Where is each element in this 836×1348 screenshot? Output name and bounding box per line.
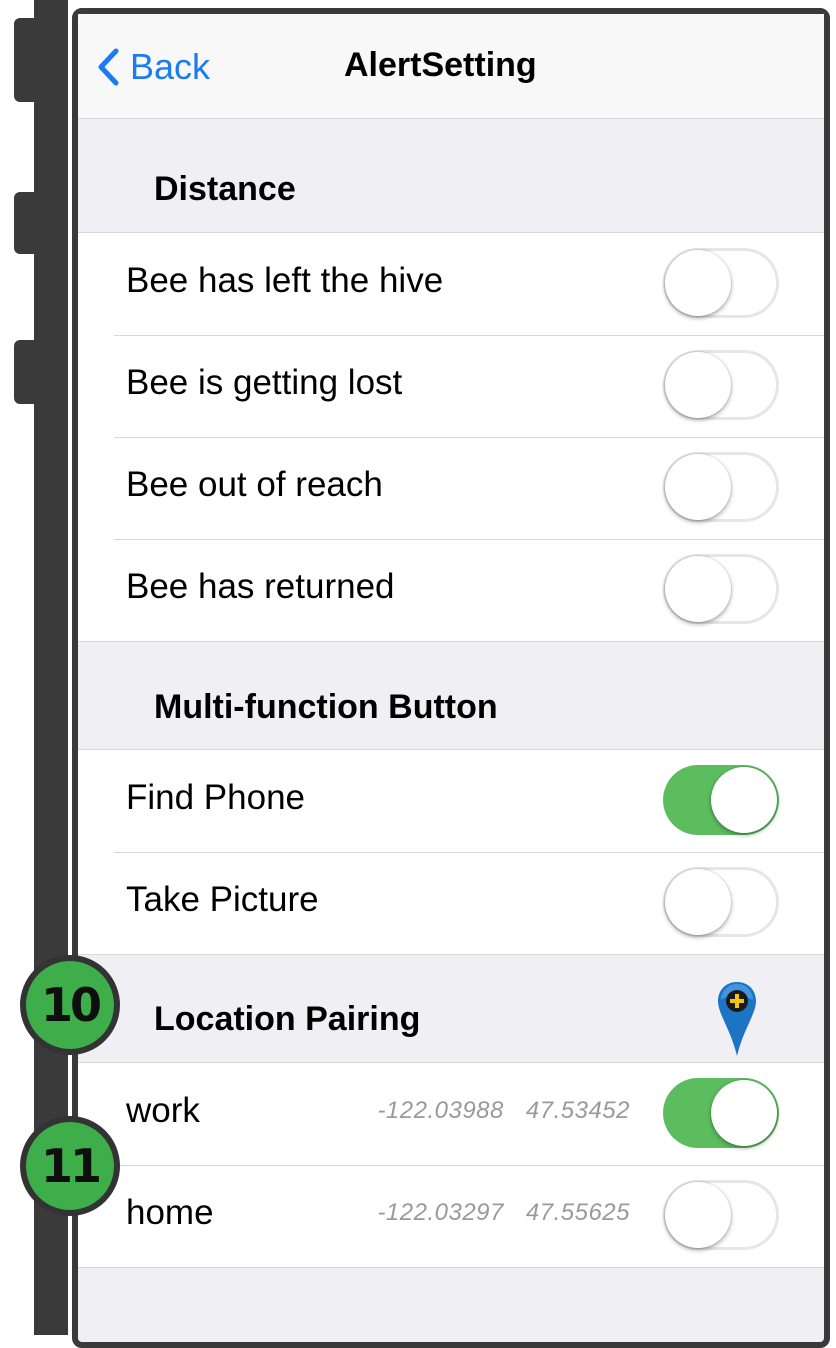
toggle-location-work[interactable] — [663, 1078, 779, 1148]
location-coordinates: -122.03297 47.55625 — [377, 1199, 630, 1227]
toggle-take-picture[interactable] — [663, 867, 779, 937]
list-item-bee-out-of-reach: Bee out of reach — [78, 437, 824, 539]
row-label: Bee out of reach — [126, 465, 383, 504]
row-label: Bee has returned — [126, 567, 395, 606]
toggle-knob — [665, 1182, 731, 1248]
list-item-bee-left-hive: Bee has left the hive — [78, 233, 824, 335]
row-label: Take Picture — [126, 880, 319, 919]
list-item-bee-returned: Bee has returned — [78, 539, 824, 641]
annotation-badge-number: 11 — [40, 1139, 102, 1193]
latitude-value: 47.55625 — [525, 1199, 630, 1226]
list-item-location-home: home -122.03297 47.55625 — [78, 1165, 824, 1267]
annotation-badge-10: 10 — [20, 955, 120, 1055]
section-header-multi-function: Multi-function Button — [78, 666, 824, 750]
phone-silent-switch — [14, 18, 36, 102]
location-pairing-group: work -122.03988 47.53452 home -122.03297 4… — [78, 1062, 824, 1268]
phone-volume-down-button — [14, 340, 36, 404]
section-title-location-pairing: Location Pairing — [154, 1000, 421, 1038]
toggle-knob — [711, 1080, 777, 1146]
list-item-bee-getting-lost: Bee is getting lost — [78, 335, 824, 437]
toggle-knob — [665, 250, 731, 316]
row-label: Find Phone — [126, 778, 306, 817]
toggle-location-home[interactable] — [663, 1180, 779, 1250]
toggle-bee-left-hive[interactable] — [663, 248, 779, 318]
back-button-label: Back — [130, 46, 211, 87]
toggle-knob — [665, 556, 731, 622]
location-name: work — [126, 1091, 200, 1130]
toggle-bee-out-of-reach[interactable] — [663, 452, 779, 522]
back-button[interactable]: Back — [96, 42, 210, 92]
section-header-location-pairing: Location Pairing — [78, 978, 824, 1062]
multi-function-settings-group: Find Phone Take Picture — [78, 749, 824, 955]
toggle-find-phone[interactable] — [663, 765, 779, 835]
toggle-knob — [665, 869, 731, 935]
row-label: Bee has left the hive — [126, 261, 444, 300]
toggle-knob — [665, 352, 731, 418]
annotation-badge-number: 10 — [40, 978, 102, 1032]
longitude-value: -122.03988 — [377, 1097, 504, 1124]
navigation-bar: Back AlertSetting — [78, 14, 824, 119]
section-title-multi-function: Multi-function Button — [154, 688, 498, 726]
row-label: Bee is getting lost — [126, 363, 403, 402]
add-location-pin-icon[interactable] — [716, 980, 758, 1058]
section-header-distance: Distance — [78, 148, 824, 232]
toggle-bee-returned[interactable] — [663, 554, 779, 624]
toggle-knob — [711, 767, 777, 833]
list-item-take-picture: Take Picture — [78, 852, 824, 954]
location-coordinates: -122.03988 47.53452 — [377, 1097, 630, 1125]
list-item-location-work: work -122.03988 47.53452 — [78, 1063, 824, 1165]
list-item-find-phone: Find Phone — [78, 750, 824, 852]
phone-volume-up-button — [14, 192, 36, 254]
section-title-distance: Distance — [154, 170, 296, 208]
chevron-left-icon — [98, 48, 119, 86]
longitude-value: -122.03297 — [377, 1199, 504, 1226]
distance-settings-group: Bee has left the hive Bee is getting los… — [78, 232, 824, 642]
latitude-value: 47.53452 — [525, 1097, 630, 1124]
location-name: home — [126, 1193, 214, 1232]
page-title: AlertSetting — [344, 46, 537, 84]
alert-setting-screen: Back AlertSetting Distance Bee has left … — [78, 14, 824, 1335]
toggle-bee-getting-lost[interactable] — [663, 350, 779, 420]
annotation-badge-11: 11 — [20, 1116, 120, 1216]
toggle-knob — [665, 454, 731, 520]
